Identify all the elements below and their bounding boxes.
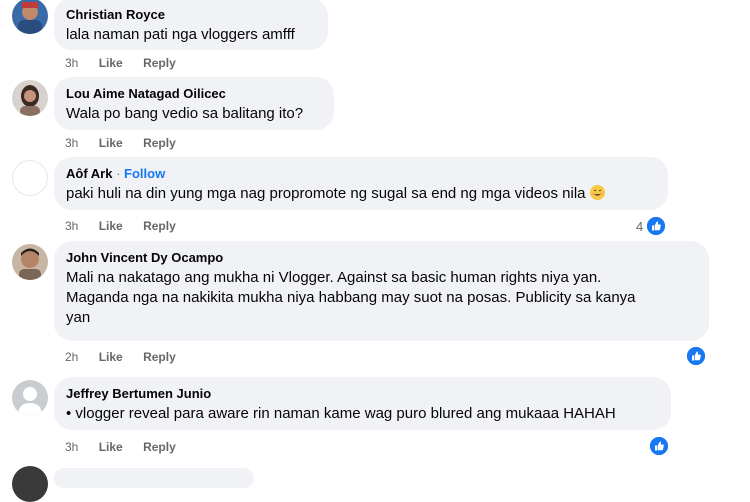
author-name[interactable]: Christian Royce	[66, 6, 316, 23]
reaction-summary[interactable]	[649, 436, 669, 456]
reaction-count: 4	[636, 218, 644, 234]
comment-text-content: paki huli na din yung mga nag propromote…	[66, 185, 586, 202]
author-name[interactable]: Jeffrey Bertumen Junio	[66, 385, 659, 402]
timestamp[interactable]: 3h	[65, 218, 78, 234]
like-button[interactable]: Like	[99, 349, 123, 365]
reaction-summary[interactable]: 4	[636, 216, 667, 236]
avatar[interactable]	[12, 160, 48, 196]
reaction-summary[interactable]	[686, 346, 706, 366]
comment-actions: 2h Like Reply	[65, 349, 193, 365]
comment-text: Wala po bang vedio sa balitang ito?	[66, 105, 304, 122]
avatar[interactable]	[12, 380, 48, 416]
reply-button[interactable]: Reply	[143, 135, 176, 151]
like-button[interactable]: Like	[99, 135, 123, 151]
comment-text: Mali na nakatago ang mukha ni Vlogger. A…	[66, 268, 697, 328]
comment-text: lala naman pati nga vloggers amfff	[66, 26, 295, 43]
like-button[interactable]: Like	[99, 439, 123, 455]
like-reaction-icon	[649, 436, 669, 456]
like-button[interactable]: Like	[99, 218, 123, 234]
author-name[interactable]: John Vincent Dy Ocampo	[66, 249, 697, 266]
avatar[interactable]	[12, 80, 48, 116]
comment-actions: 3h Like Reply	[65, 55, 193, 71]
comment-actions: 3h Like Reply	[65, 218, 193, 234]
comment-bubble	[54, 468, 254, 488]
comment-bubble: Aôf Ark · Follow paki huli na din yung m…	[54, 157, 668, 210]
timestamp[interactable]: 3h	[65, 55, 78, 71]
comment-bubble: John Vincent Dy Ocampo Mali na nakatago …	[54, 241, 709, 341]
reply-button[interactable]: Reply	[143, 218, 176, 234]
comment-bubble: Christian Royce lala naman pati nga vlog…	[54, 0, 328, 50]
reply-button[interactable]: Reply	[143, 55, 176, 71]
author-name[interactable]: Aôf Ark · Follow	[66, 165, 656, 182]
reply-button[interactable]: Reply	[143, 349, 176, 365]
comment-text: • vlogger reveal para aware rin naman ka…	[66, 405, 616, 422]
timestamp[interactable]: 2h	[65, 349, 78, 365]
comment-text-line: Mali na nakatago ang mukha ni Vlogger. A…	[66, 269, 602, 286]
comment-text-line: Maganda nga na nakikita mukha niya habba…	[66, 289, 636, 306]
avatar[interactable]	[12, 466, 48, 502]
like-reaction-icon	[646, 216, 667, 236]
author-name-text[interactable]: Aôf Ark	[66, 166, 112, 181]
separator-dot: ·	[112, 166, 125, 181]
comment-text: paki huli na din yung mga nag propromote…	[66, 184, 656, 204]
follow-button[interactable]: Follow	[124, 166, 165, 181]
smiling-face-emoji	[589, 185, 605, 200]
comment-bubble: Lou Aime Natagad Oilicec Wala po bang ve…	[54, 77, 334, 130]
avatar[interactable]	[12, 244, 48, 280]
comment-bubble: Jeffrey Bertumen Junio • vlogger reveal …	[54, 377, 671, 430]
comment-text-line: yan	[66, 309, 91, 326]
comment-actions: 3h Like Reply	[65, 135, 193, 151]
timestamp[interactable]: 3h	[65, 135, 78, 151]
like-button[interactable]: Like	[99, 55, 123, 71]
like-reaction-icon	[686, 346, 706, 366]
author-name[interactable]: Lou Aime Natagad Oilicec	[66, 85, 322, 102]
reply-button[interactable]: Reply	[143, 439, 176, 455]
avatar[interactable]	[12, 0, 48, 34]
comment-actions: 3h Like Reply	[65, 439, 193, 455]
timestamp[interactable]: 3h	[65, 439, 78, 455]
